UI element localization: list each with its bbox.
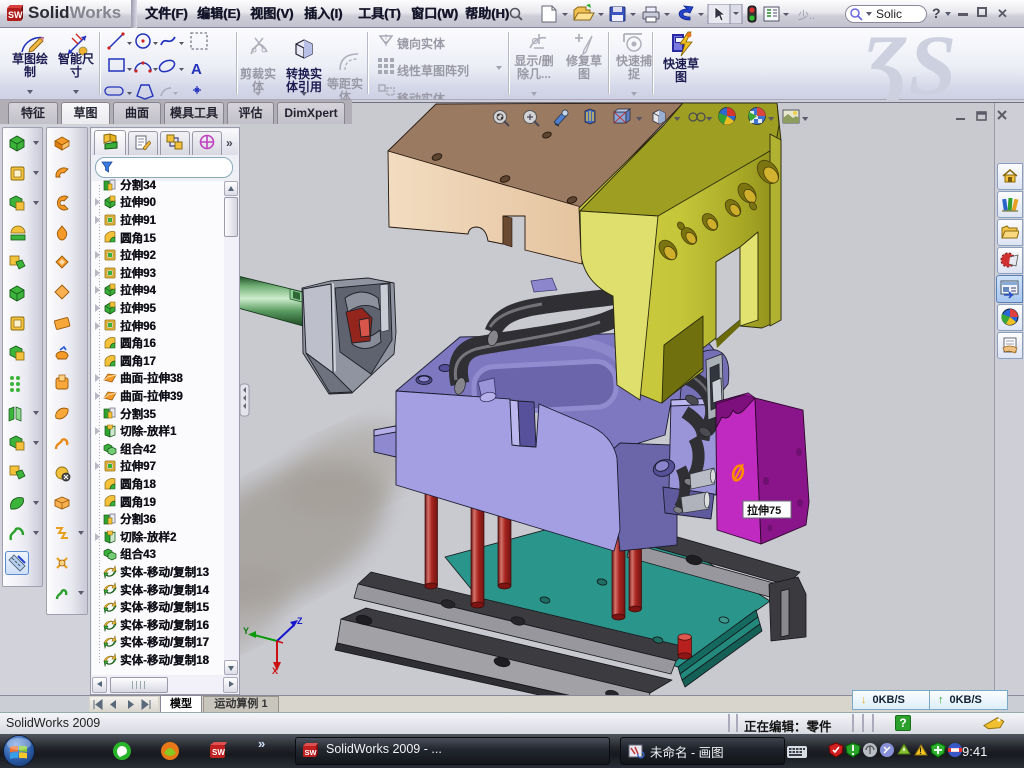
svg-text:!: ! — [919, 746, 922, 756]
svg-text:少..: 少.. — [798, 9, 815, 22]
svg-text:Z: Z — [297, 616, 303, 626]
svg-text:SW: SW — [305, 748, 318, 757]
svg-text:X: X — [272, 666, 278, 676]
svg-text:拉伸75: 拉伸75 — [747, 503, 781, 517]
svg-text:Y: Y — [243, 626, 249, 636]
svg-text:SW: SW — [8, 10, 23, 20]
svg-text:SW: SW — [212, 748, 225, 757]
svg-text:A: A — [191, 61, 202, 78]
